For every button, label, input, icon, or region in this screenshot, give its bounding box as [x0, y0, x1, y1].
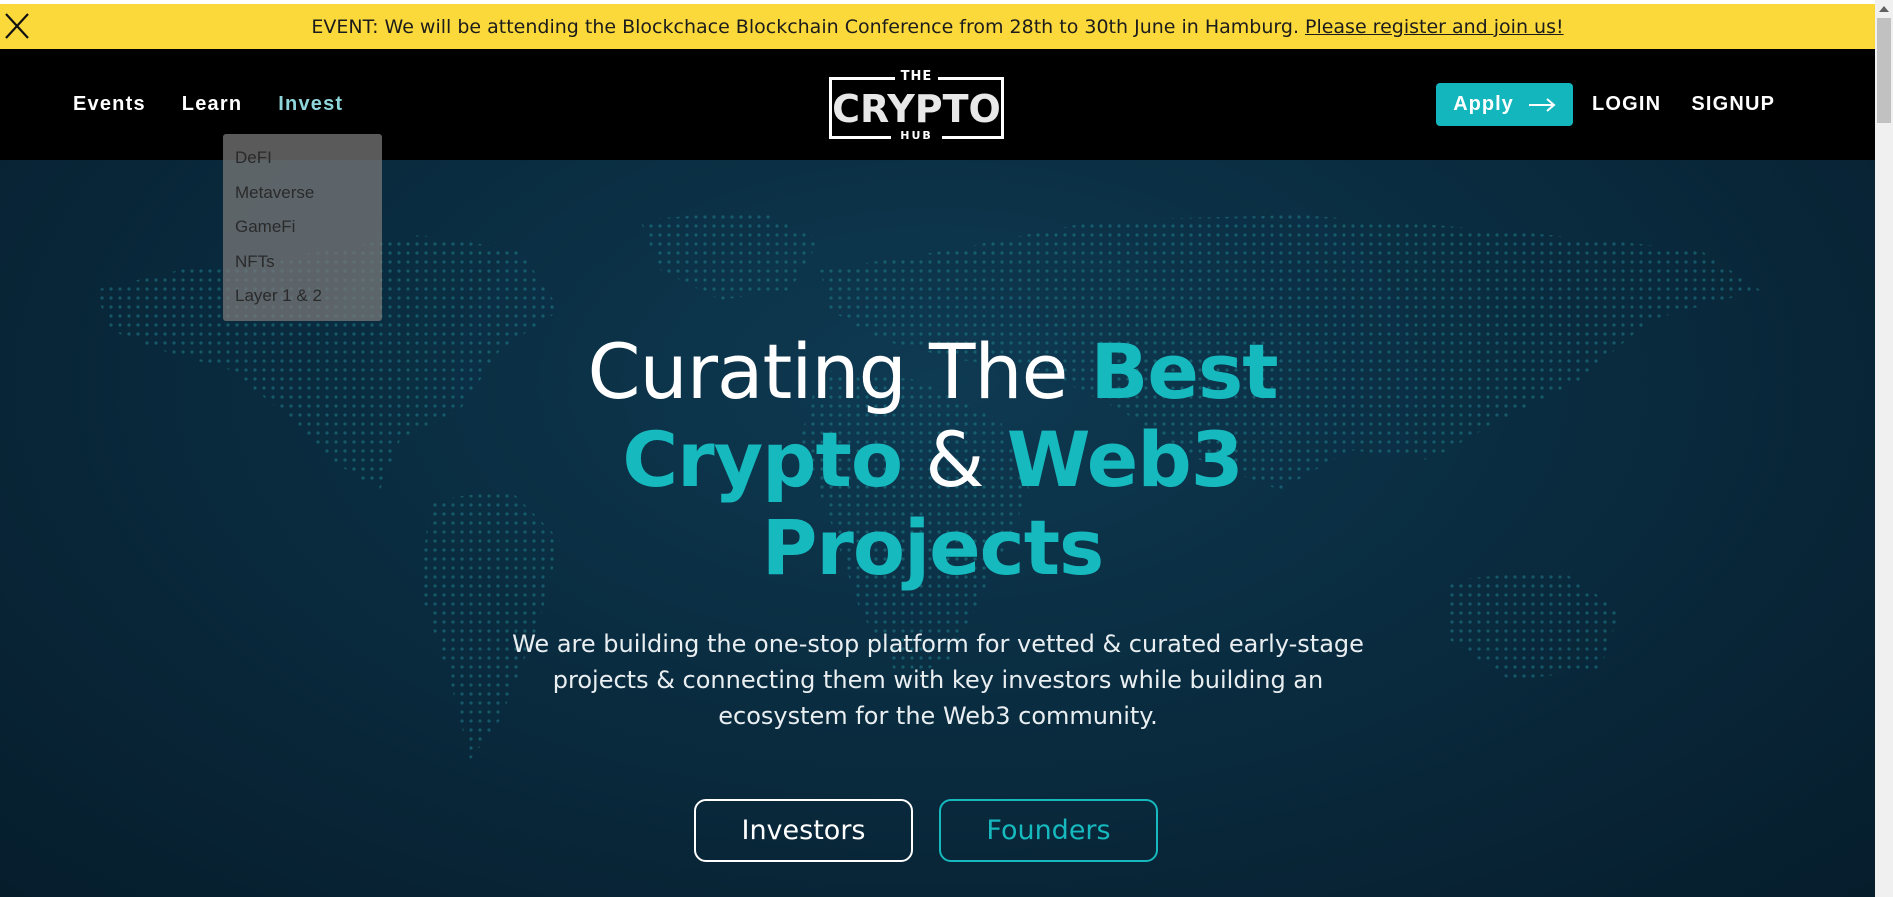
apply-label: Apply: [1453, 93, 1514, 115]
event-banner: EVENT: We will be attending the Blockcha…: [0, 4, 1875, 49]
main-nav: Events Learn Invest: [73, 93, 343, 116]
scroll-up-icon: [1879, 5, 1889, 12]
invest-dropdown-list: DeFI Metaverse GameFi NFTs Layer 1 & 2: [223, 134, 382, 314]
dropdown-item-defi[interactable]: DeFI: [223, 141, 382, 176]
scroll-thumb[interactable]: [1877, 18, 1891, 123]
dropdown-item-nfts[interactable]: NFTs: [223, 245, 382, 280]
invest-dropdown: DeFI Metaverse GameFi NFTs Layer 1 & 2: [223, 134, 382, 321]
investors-button[interactable]: Investors: [694, 799, 913, 862]
hero-title-part1: Curating The: [587, 327, 1091, 416]
event-label: EVENT:: [311, 15, 379, 38]
event-text: We will be attending the Blockchace Bloc…: [384, 15, 1299, 38]
login-link[interactable]: LOGIN: [1592, 93, 1661, 116]
signup-link[interactable]: SIGNUP: [1691, 93, 1775, 116]
logo-hub: HUB: [891, 129, 942, 143]
hero-title-amp: &: [902, 415, 1007, 504]
apply-button[interactable]: Apply: [1436, 83, 1573, 126]
hero-title-web3: Web3: [1006, 415, 1244, 504]
close-icon: [5, 13, 29, 39]
nav-events[interactable]: Events: [73, 93, 146, 116]
hero-title: Curating The Best Crypto & Web3 Projects: [420, 328, 1445, 592]
nav-invest[interactable]: Invest: [278, 93, 343, 116]
dropdown-item-layer[interactable]: Layer 1 & 2: [223, 279, 382, 314]
arrow-right-icon: [1528, 97, 1556, 112]
page-scrollbar[interactable]: [1875, 0, 1893, 897]
event-register-link[interactable]: Please register and join us!: [1305, 16, 1564, 38]
hero-subtitle: We are building the one-stop platform fo…: [512, 630, 1364, 730]
logo-crypto: CRYPTO: [832, 87, 1001, 131]
banner-close-button[interactable]: [2, 8, 32, 44]
logo-the: THE: [895, 69, 938, 85]
dropdown-item-gamefi[interactable]: GameFi: [223, 210, 382, 245]
hero-title-crypto: Crypto: [622, 415, 903, 504]
scroll-up-button[interactable]: [1875, 0, 1893, 17]
hero-title-best: Best: [1090, 327, 1279, 416]
nav-learn[interactable]: Learn: [182, 93, 242, 116]
founders-button[interactable]: Founders: [939, 799, 1158, 862]
dropdown-item-metaverse[interactable]: Metaverse: [223, 176, 382, 211]
site-logo[interactable]: THE CRYPTO HUB: [829, 67, 1004, 143]
account-nav: LOGIN SIGNUP: [1592, 93, 1775, 116]
hero-title-projects: Projects: [761, 503, 1105, 592]
